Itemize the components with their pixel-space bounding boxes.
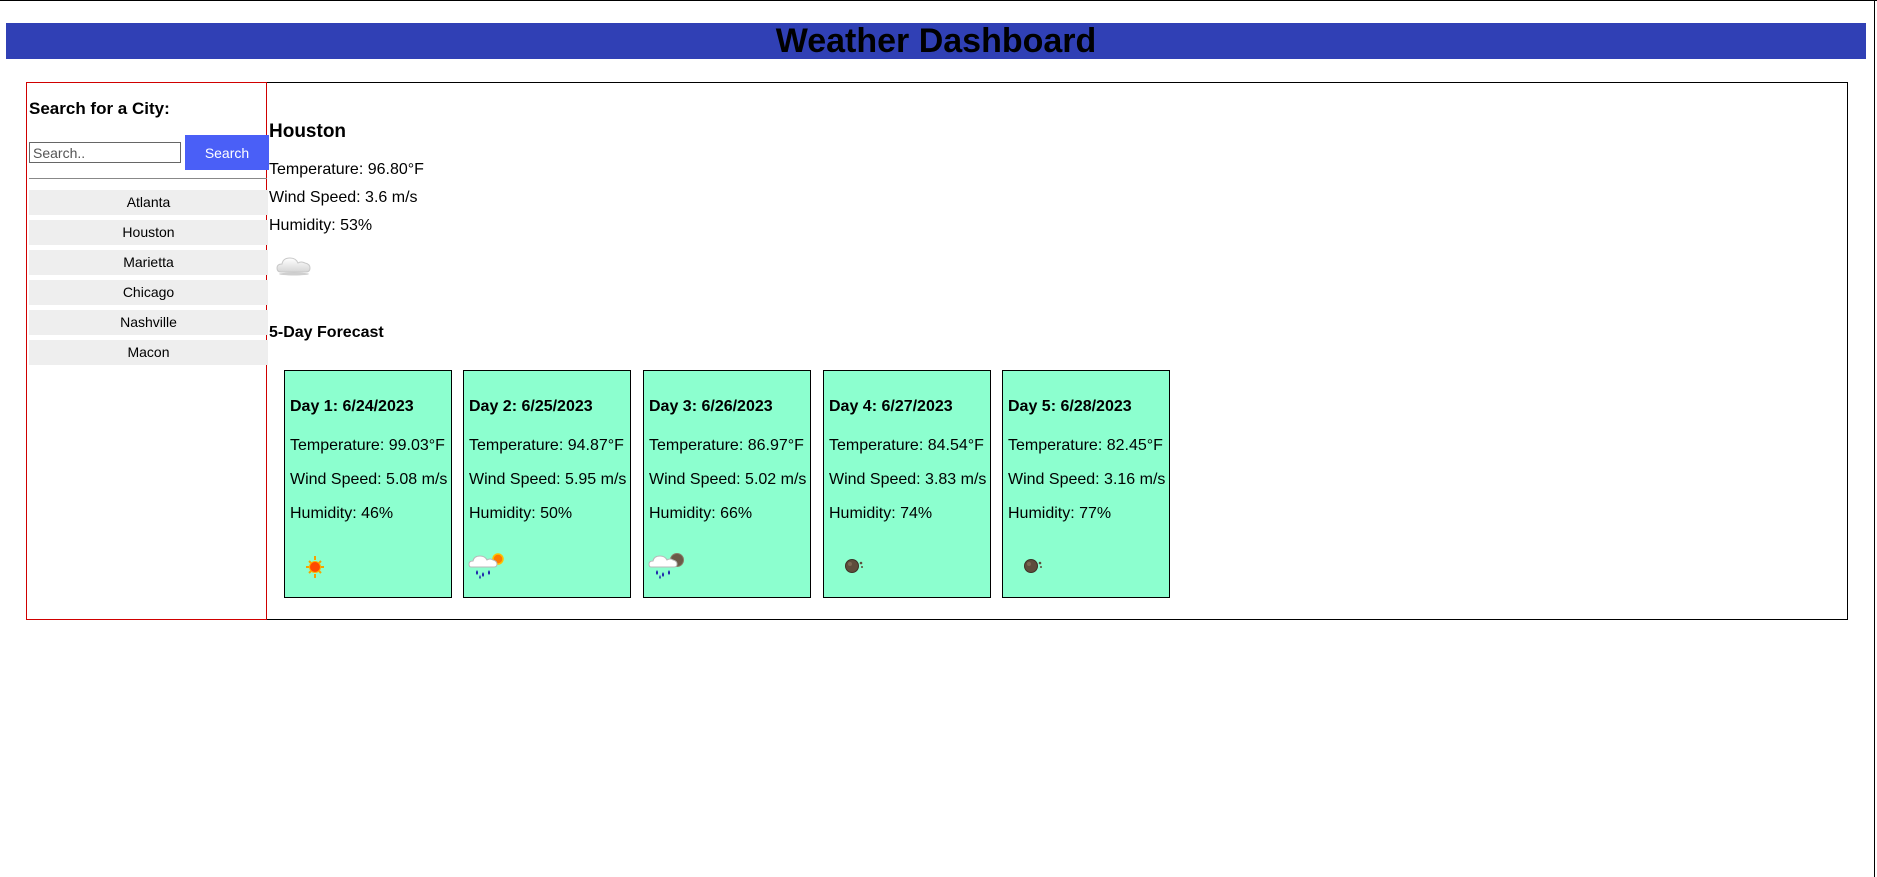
forecast-date: Day 5: 6/28/2023 (1008, 398, 1132, 415)
forecast-card: Day 3: 6/26/2023 Temperature: 86.97°F Wi… (643, 370, 811, 598)
main-container: Search for a City: Search Atlanta Housto… (26, 82, 1848, 620)
forecast-card: Day 4: 6/27/2023 Temperature: 84.54°F Wi… (823, 370, 991, 598)
forecast-date: Day 2: 6/25/2023 (469, 398, 593, 415)
forecast-humidity: Humidity: 50% (469, 505, 573, 522)
forecast-title: 5-Day Forecast (269, 324, 384, 341)
forecast-wind-speed: Wind Speed: 5.08 m/s (290, 471, 448, 488)
forecast-humidity: Humidity: 74% (829, 505, 933, 522)
city-button-atlanta[interactable]: Atlanta (29, 190, 268, 215)
current-wind-speed: Wind Speed: 3.6 m/s (269, 189, 418, 206)
rain-moon-icon (648, 553, 684, 579)
forecast-humidity: Humidity: 66% (649, 505, 753, 522)
sidebar-divider (29, 178, 267, 179)
forecast-card: Day 2: 6/25/2023 Temperature: 94.87°F Wi… (463, 370, 631, 598)
moon-icon (1024, 559, 1042, 573)
forecast-card: Day 5: 6/28/2023 Temperature: 82.45°F Wi… (1002, 370, 1170, 598)
forecast-humidity: Humidity: 77% (1008, 505, 1112, 522)
forecast-wind-speed: Wind Speed: 3.83 m/s (829, 471, 987, 488)
city-button-macon[interactable]: Macon (29, 340, 268, 365)
forecast-temperature: Temperature: 94.87°F (469, 437, 624, 454)
city-search-input[interactable] (29, 142, 181, 163)
forecast-temperature: Temperature: 99.03°F (290, 437, 445, 454)
moon-icon (845, 559, 863, 573)
forecast-humidity: Humidity: 46% (290, 505, 394, 522)
forecast-temperature: Temperature: 84.54°F (829, 437, 984, 454)
forecast-date: Day 1: 6/24/2023 (290, 398, 414, 415)
forecast-temperature: Temperature: 86.97°F (649, 437, 804, 454)
search-heading: Search for a City: (29, 99, 170, 118)
forecast-wind-speed: Wind Speed: 3.16 m/s (1008, 471, 1166, 488)
city-button-houston[interactable]: Houston (29, 220, 268, 245)
page-header: Weather Dashboard (6, 23, 1866, 59)
rain-sun-icon (468, 553, 504, 579)
city-button-nashville[interactable]: Nashville (29, 310, 268, 335)
search-sidebar: Search for a City: Search Atlanta Housto… (26, 82, 269, 620)
search-history-list: Atlanta Houston Marietta Chicago Nashvil… (29, 190, 268, 370)
forecast-date: Day 3: 6/26/2023 (649, 398, 773, 415)
current-humidity: Humidity: 53% (269, 217, 373, 234)
forecast-temperature: Temperature: 82.45°F (1008, 437, 1163, 454)
forecast-wind-speed: Wind Speed: 5.02 m/s (649, 471, 807, 488)
forecast-card: Day 1: 6/24/2023 Temperature: 99.03°F Wi… (284, 370, 452, 598)
window-edge (1874, 1, 1875, 877)
city-button-chicago[interactable]: Chicago (29, 280, 268, 305)
current-city-name: Houston (269, 121, 347, 142)
sun-icon (306, 556, 324, 578)
forecast-date: Day 4: 6/27/2023 (829, 398, 953, 415)
page-title: Weather Dashboard (775, 22, 1097, 60)
cloud-icon (276, 257, 311, 276)
city-button-marietta[interactable]: Marietta (29, 250, 268, 275)
search-button[interactable]: Search (185, 135, 269, 170)
forecast-wind-speed: Wind Speed: 5.95 m/s (469, 471, 627, 488)
current-temperature: Temperature: 96.80°F (269, 161, 424, 178)
